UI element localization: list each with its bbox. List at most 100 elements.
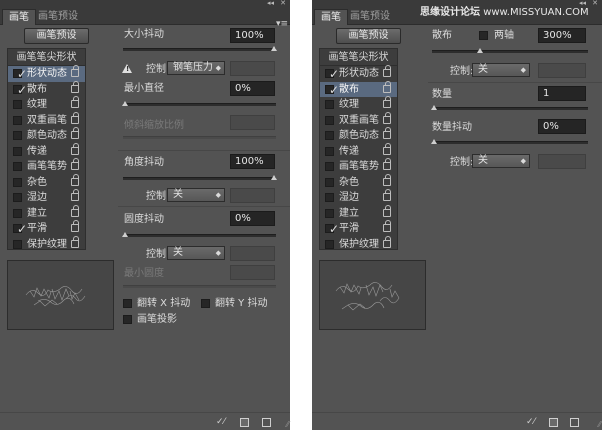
lock-icon[interactable] (71, 189, 79, 201)
list-item-checkbox[interactable] (13, 177, 22, 187)
lock-icon[interactable] (383, 65, 391, 77)
list-item-checkbox[interactable]: ✓ (325, 67, 339, 81)
count-jitter-input[interactable]: 0% (538, 119, 586, 134)
lock-icon[interactable] (383, 127, 391, 139)
count-slider-thumb[interactable] (431, 105, 437, 110)
lock-icon[interactable] (71, 204, 79, 217)
list-item[interactable]: 建立 (8, 204, 85, 222)
size-jitter-slider-thumb[interactable] (271, 46, 277, 51)
list-item-checkbox[interactable] (13, 115, 22, 125)
size-jitter-slider[interactable] (123, 48, 276, 51)
list-item[interactable]: ✓ 形状动态 (320, 65, 397, 82)
list-item-checkbox[interactable] (13, 239, 22, 249)
lock-icon[interactable] (383, 80, 391, 93)
list-item[interactable]: 传递 (8, 142, 85, 160)
create-brush-icon[interactable] (549, 418, 558, 427)
list-item[interactable]: 湿边 (8, 189, 85, 206)
brush-presets-button[interactable]: 画笔预设 (336, 28, 401, 44)
list-item-checkbox[interactable] (13, 131, 22, 140)
list-item[interactable]: 湿边 (320, 189, 397, 206)
list-item[interactable]: 双重画笔 (320, 111, 397, 129)
list-item[interactable]: 保护纹理 (320, 235, 397, 253)
list-item[interactable]: 传递 (320, 142, 397, 160)
list-item[interactable]: ✓ 形状动态 (8, 65, 85, 82)
list-item[interactable]: 画笔笔势 (8, 158, 85, 175)
lock-icon[interactable] (71, 96, 79, 108)
list-item[interactable]: 纹理 (8, 96, 85, 113)
lock-icon[interactable] (383, 204, 391, 217)
lock-icon[interactable] (71, 158, 79, 170)
scatter-slider[interactable] (432, 50, 588, 53)
list-item[interactable]: 颜色动态 (8, 127, 85, 144)
list-item[interactable]: ✓ 散布 (320, 80, 397, 97)
lock-icon[interactable] (71, 220, 79, 232)
list-item-checkbox[interactable] (13, 146, 22, 156)
tab-brush[interactable]: 画笔 (2, 9, 36, 25)
list-item[interactable]: 双重画笔 (8, 111, 85, 129)
list-item[interactable]: 颜色动态 (320, 127, 397, 144)
count-jitter-slider-thumb[interactable] (431, 139, 437, 144)
min-diameter-slider[interactable] (123, 103, 276, 106)
both-axes-checkbox[interactable] (479, 31, 488, 40)
angle-jitter-input[interactable]: 100% (230, 154, 275, 169)
tab-brush-presets[interactable]: 画笔预设 (32, 9, 84, 25)
close-panel-icon[interactable]: ✕ (592, 0, 598, 8)
brush-tip-shape-item[interactable]: 画笔笔尖形状 (320, 49, 397, 66)
count-input[interactable]: 1 (538, 86, 586, 101)
toggle-brush-icon[interactable]: ✓⁄ (526, 417, 535, 427)
lock-icon[interactable] (71, 111, 79, 124)
scatter-input[interactable]: 300% (538, 28, 586, 43)
lock-icon[interactable] (71, 173, 79, 186)
lock-icon[interactable] (71, 80, 79, 93)
close-panel-icon[interactable]: ✕ (280, 0, 286, 8)
list-item[interactable]: 杂色 (320, 173, 397, 191)
brush-tip-shape-item[interactable]: 画笔笔尖形状 (8, 49, 85, 66)
roundness-jitter-input[interactable]: 0% (230, 211, 275, 226)
list-item-checkbox[interactable] (13, 100, 22, 109)
list-item[interactable]: 保护纹理 (8, 235, 85, 253)
tab-brush-presets[interactable]: 画笔预设 (344, 9, 396, 25)
lock-icon[interactable] (383, 142, 391, 155)
min-diameter-slider-thumb[interactable] (122, 101, 128, 106)
list-item[interactable]: ✓ 平滑 (8, 220, 85, 237)
brush-presets-button[interactable]: 画笔预设 (24, 28, 89, 44)
list-item[interactable]: 建立 (320, 204, 397, 222)
flip-y-checkbox[interactable] (201, 299, 210, 308)
count-slider[interactable] (432, 107, 588, 110)
list-item[interactable]: ✓ 平滑 (320, 220, 397, 237)
create-brush-icon[interactable] (240, 418, 249, 427)
lock-icon[interactable] (383, 111, 391, 124)
control-dropdown-2[interactable]: 关 ◆ (167, 188, 225, 202)
tab-brush[interactable]: 画笔 (314, 9, 348, 25)
toggle-brush-icon[interactable]: ✓⁄ (216, 417, 225, 427)
list-item[interactable]: ✓ 散布 (8, 80, 85, 98)
list-item-checkbox[interactable] (325, 162, 334, 171)
lock-icon[interactable] (383, 158, 391, 170)
lock-icon[interactable] (383, 235, 391, 248)
list-item-checkbox[interactable] (325, 193, 334, 202)
list-item-checkbox[interactable]: ✓ (325, 222, 339, 236)
list-item-checkbox[interactable]: ✓ (13, 67, 27, 81)
lock-icon[interactable] (383, 173, 391, 186)
brush-projection-checkbox[interactable] (123, 315, 132, 324)
list-item[interactable]: 画笔笔势 (320, 158, 397, 175)
angle-jitter-slider[interactable] (123, 177, 276, 180)
resize-grip-icon[interactable]: ⁄⁄ (286, 421, 289, 429)
list-item[interactable]: 杂色 (8, 173, 85, 191)
list-item-checkbox[interactable] (325, 208, 334, 218)
roundness-jitter-slider-thumb[interactable] (122, 232, 128, 237)
size-jitter-input[interactable]: 100% (230, 28, 275, 43)
list-item-checkbox[interactable] (325, 177, 334, 187)
list-item-checkbox[interactable]: ✓ (325, 83, 339, 97)
min-diameter-input[interactable]: 0% (230, 81, 275, 96)
control-dropdown-2[interactable]: 关 ◆ (472, 154, 530, 168)
new-preset-icon[interactable] (262, 418, 271, 427)
new-preset-icon[interactable] (570, 418, 579, 427)
list-item-checkbox[interactable]: ✓ (13, 222, 27, 236)
lock-icon[interactable] (383, 96, 391, 108)
control-dropdown-1[interactable]: 钢笔压力 ◆ (167, 61, 225, 75)
list-item-checkbox[interactable] (13, 193, 22, 202)
list-item-checkbox[interactable] (325, 239, 334, 249)
scatter-slider-thumb[interactable] (476, 48, 483, 53)
list-item-checkbox[interactable]: ✓ (13, 83, 27, 97)
